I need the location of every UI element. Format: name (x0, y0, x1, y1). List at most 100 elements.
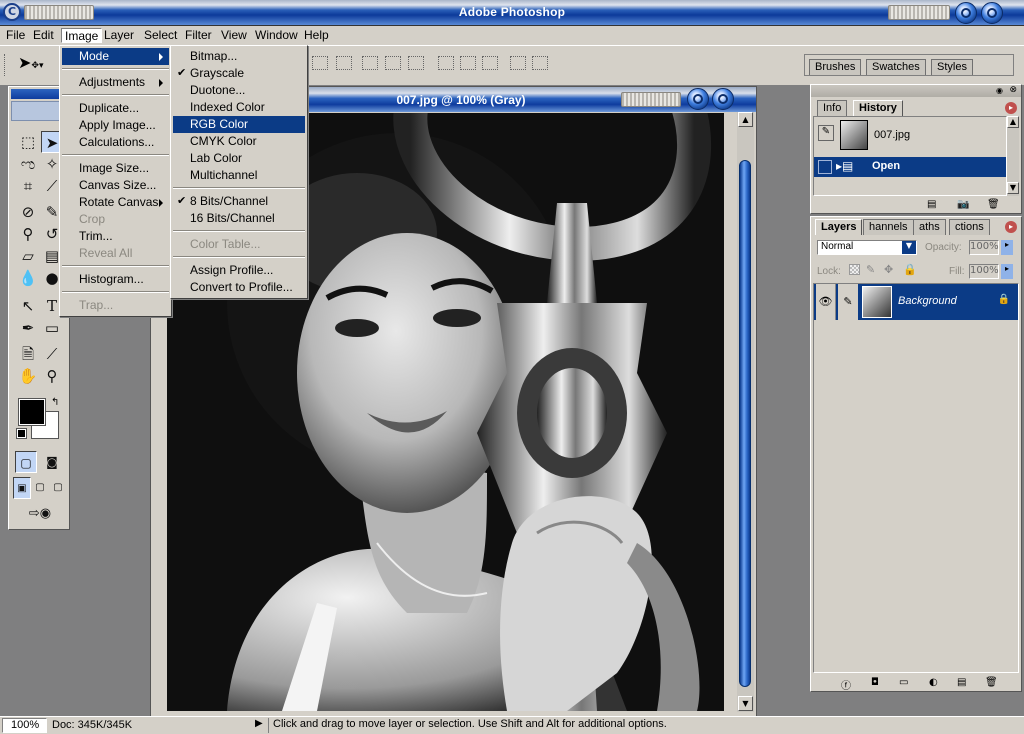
mode-rgb-color[interactable]: RGB Color (173, 116, 305, 133)
align-top-icon[interactable] (362, 56, 378, 70)
eraser-tool-icon[interactable]: ▱ (17, 245, 39, 267)
menu-view[interactable]: View (218, 28, 250, 43)
align-hcenter-icon[interactable] (336, 56, 352, 70)
distribute-hcenter-icon[interactable] (532, 56, 548, 70)
image-menu-duplicate[interactable]: Duplicate... (62, 100, 169, 117)
mode-cmyk-color[interactable]: CMYK Color (173, 133, 305, 150)
lock-all-icon[interactable]: 🔒 (903, 263, 917, 276)
menu-image[interactable]: Image (61, 28, 103, 43)
scroll-thumb[interactable] (739, 160, 751, 687)
default-colors-icon[interactable] (16, 428, 27, 439)
foreground-color-swatch[interactable] (18, 398, 46, 426)
blur-tool-icon[interactable]: 💧 (17, 267, 39, 289)
mode-duotone[interactable]: Duotone... (173, 82, 305, 99)
mode-indexed-color[interactable]: Indexed Color (173, 99, 305, 116)
doc-maximize-button[interactable] (712, 88, 735, 110)
panel-close-icon[interactable]: ⊗ (1009, 85, 1017, 95)
distribute-bottom-icon[interactable] (482, 56, 498, 70)
tab-layers[interactable]: Layers (815, 219, 863, 235)
quick-mask-icon[interactable]: ◙ (41, 451, 63, 473)
jump-to-imageready-icon[interactable]: ⇨◉ (17, 503, 63, 525)
opacity-field[interactable]: 100% (969, 240, 999, 255)
lasso-tool-icon[interactable]: ಌ (17, 153, 39, 175)
minimize-button[interactable] (955, 2, 977, 24)
distribute-top-icon[interactable] (438, 56, 454, 70)
mode-multichannel[interactable]: Multichannel (173, 167, 305, 184)
align-vcenter-icon[interactable] (385, 56, 401, 70)
mode-8-bits[interactable]: ✔ 8 Bits/Channel (173, 193, 305, 210)
path-selection-icon[interactable]: ↖ (17, 295, 39, 317)
mode-bitmap[interactable]: Bitmap... (173, 48, 305, 65)
distribute-center-icon[interactable] (460, 56, 476, 70)
full-screen-icon[interactable]: ▢ (49, 477, 67, 499)
lock-image-icon[interactable]: ✎ (866, 263, 875, 276)
eyedropper-tool-icon[interactable]: ⟋ (41, 343, 63, 365)
menu-layer[interactable]: Layer (101, 28, 137, 43)
history-scroll-up[interactable]: ▲ (1007, 116, 1019, 128)
move-tool-preset-icon[interactable]: ➤✥▾ (18, 53, 43, 72)
crop-tool-icon[interactable]: ⌗ (17, 175, 39, 197)
tab-paths[interactable]: aths (913, 219, 946, 235)
blend-mode-select[interactable]: Normal ▼ (817, 240, 917, 255)
full-screen-menu-icon[interactable]: ▢ (31, 477, 49, 499)
panel-minimize-icon[interactable]: ◉ (996, 86, 1003, 95)
tab-actions[interactable]: ctions (949, 219, 990, 235)
image-menu-apply-image[interactable]: Apply Image... (62, 117, 169, 134)
well-tab-styles[interactable]: Styles (931, 59, 973, 75)
status-menu-arrow-icon[interactable]: ▶ (255, 718, 267, 733)
vertical-scrollbar[interactable]: ▲ ▼ (737, 112, 754, 712)
lock-position-icon[interactable]: ✥ (884, 263, 893, 276)
mode-assign-profile[interactable]: Assign Profile... (173, 262, 305, 279)
standard-mode-icon[interactable]: ▢ (15, 451, 37, 473)
menu-edit[interactable]: Edit (30, 28, 57, 43)
mode-convert-to-profile[interactable]: Convert to Profile... (173, 279, 305, 296)
tab-history[interactable]: History (853, 100, 903, 116)
layer-style-icon[interactable]: ⓕ (841, 677, 851, 692)
maximize-button[interactable] (980, 2, 1003, 24)
image-menu-rotate-canvas[interactable]: Rotate Canvas (62, 194, 169, 211)
menu-filter[interactable]: Filter (182, 28, 215, 43)
eye-visibility-icon[interactable]: 👁 (816, 284, 836, 320)
zoom-tool-icon[interactable]: ⚲ (41, 365, 63, 387)
fill-slider-button[interactable]: ▸ (1001, 264, 1013, 279)
tab-channels[interactable]: hannels (863, 219, 914, 235)
menu-window[interactable]: Window (252, 28, 301, 43)
history-scroll-down[interactable]: ▼ (1007, 182, 1019, 194)
doc-size-info[interactable]: Doc: 345K/345K (52, 719, 132, 731)
image-menu-adjustments[interactable]: Adjustments (62, 74, 169, 91)
image-menu-calculations[interactable]: Calculations... (62, 134, 169, 151)
history-brush-source-icon[interactable]: ✎ (818, 125, 834, 141)
history-state-open[interactable]: ▸▤ Open (814, 157, 1006, 177)
clone-stamp-icon[interactable]: ⚲ (17, 223, 39, 245)
image-menu-trim[interactable]: Trim... (62, 228, 169, 245)
fill-field[interactable]: 100% (969, 264, 999, 279)
new-snapshot-icon[interactable]: 📷 (957, 199, 969, 210)
snapshot-label[interactable]: 007.jpg (874, 129, 910, 141)
brush-link-icon[interactable]: ✎ (838, 284, 858, 320)
history-scrollbar[interactable]: ▲ ▼ (1007, 116, 1019, 196)
menu-help[interactable]: Help (301, 28, 332, 43)
history-panel-titlebar[interactable]: ◉ ⊗ (811, 85, 1021, 97)
mode-lab-color[interactable]: Lab Color (173, 150, 305, 167)
image-menu-histogram[interactable]: Histogram... (62, 271, 169, 288)
scroll-up-button[interactable]: ▲ (738, 112, 753, 127)
mode-grayscale[interactable]: ✔ Grayscale (173, 65, 305, 82)
menu-file[interactable]: File (3, 28, 28, 43)
align-bottom-icon[interactable] (408, 56, 424, 70)
distribute-left-icon[interactable] (510, 56, 526, 70)
scroll-down-button[interactable]: ▼ (738, 696, 753, 711)
snapshot-thumbnail[interactable] (840, 120, 868, 150)
healing-brush-icon[interactable]: ⊘ (17, 201, 39, 223)
hand-tool-icon[interactable]: ✋ (17, 365, 39, 387)
panel-menu-icon[interactable]: ▸ (1005, 102, 1017, 114)
image-menu-mode[interactable]: Mode (62, 48, 169, 65)
marquee-tool-icon[interactable]: ⬚ (17, 131, 39, 153)
history-source-box[interactable] (818, 160, 832, 174)
menu-select[interactable]: Select (141, 28, 180, 43)
opacity-slider-button[interactable]: ▸ (1001, 240, 1013, 255)
new-layer-icon[interactable]: ▤ (957, 677, 966, 688)
shape-tool-icon[interactable]: ▭ (41, 317, 63, 339)
layer-row-background[interactable]: 👁 ✎ Background 🔒 (814, 284, 1018, 320)
zoom-field[interactable]: 100% (2, 718, 47, 733)
image-menu-image-size[interactable]: Image Size... (62, 160, 169, 177)
